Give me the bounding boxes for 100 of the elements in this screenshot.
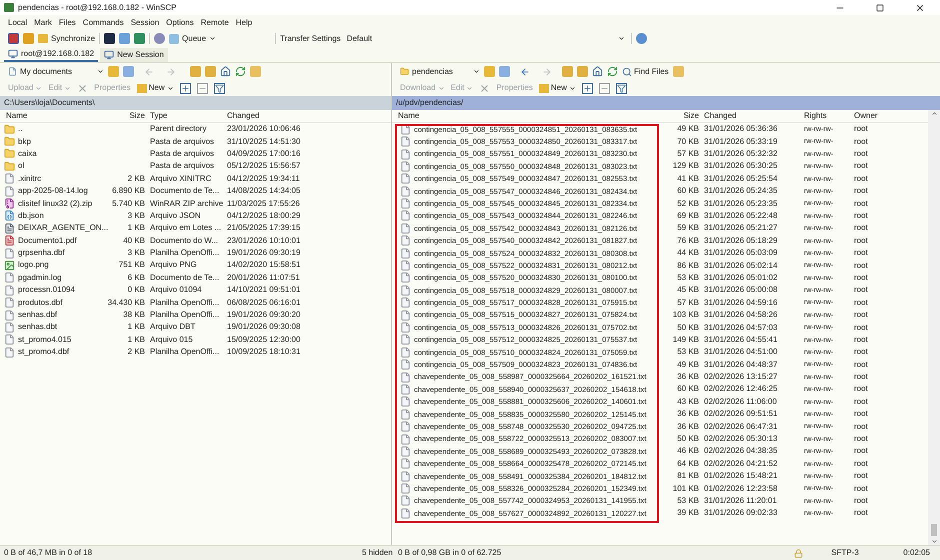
- file-icon[interactable]: [4, 173, 15, 184]
- file-icon[interactable]: [4, 284, 15, 296]
- file-icon[interactable]: [400, 334, 411, 346]
- file-icon[interactable]: [400, 421, 411, 432]
- transfer-settings-dropdown[interactable]: Default: [344, 32, 627, 44]
- monitor-icon[interactable]: [104, 50, 114, 60]
- monitor-icon[interactable]: [8, 49, 18, 59]
- file-icon[interactable]: [400, 458, 411, 470]
- file-icon[interactable]: [400, 446, 411, 457]
- file-icon[interactable]: [4, 210, 15, 222]
- column-header[interactable]: Name: [4, 110, 104, 122]
- file-icon[interactable]: [400, 186, 411, 197]
- file-icon[interactable]: [400, 508, 411, 519]
- file-icon[interactable]: [400, 260, 411, 272]
- file-icon[interactable]: [4, 322, 15, 333]
- file-icon[interactable]: [400, 310, 411, 321]
- archive-icon[interactable]: [4, 198, 15, 210]
- caret-icon[interactable]: [166, 84, 174, 92]
- menu-item[interactable]: Options: [166, 16, 194, 28]
- file-icon[interactable]: [8, 67, 17, 76]
- file-icon[interactable]: [400, 434, 411, 445]
- scroll-thumb[interactable]: [931, 524, 937, 536]
- file-icon[interactable]: [400, 297, 411, 308]
- menu-item[interactable]: Files: [58, 16, 76, 28]
- menu-item[interactable]: Local: [8, 16, 28, 28]
- folder-icon[interactable]: [4, 148, 15, 160]
- forward-icon[interactable]: [542, 66, 552, 76]
- menu-item[interactable]: Commands: [82, 16, 124, 28]
- caret-icon[interactable]: [97, 68, 104, 75]
- location-dropdown[interactable]: My documents: [8, 66, 104, 78]
- menu-item[interactable]: Session: [130, 16, 160, 28]
- file-icon[interactable]: [400, 136, 411, 148]
- file-icon[interactable]: [400, 248, 411, 259]
- find-files-button[interactable]: Find Files: [622, 66, 669, 78]
- column-header[interactable]: Name: [396, 110, 670, 122]
- column-header[interactable]: Type: [148, 110, 225, 122]
- new-button[interactable]: New: [538, 82, 576, 94]
- home-icon[interactable]: [220, 66, 231, 77]
- folder-icon[interactable]: [4, 124, 15, 135]
- file-icon[interactable]: [4, 297, 15, 308]
- file-icon[interactable]: [4, 334, 15, 346]
- delete-icon[interactable]: [479, 82, 490, 94]
- folder-icon[interactable]: [4, 136, 15, 148]
- file-icon[interactable]: [400, 173, 411, 184]
- unselect-icon[interactable]: [196, 82, 208, 94]
- file-icon[interactable]: [400, 235, 411, 246]
- menu-item[interactable]: Mark: [34, 16, 52, 28]
- caret-icon[interactable]: [473, 68, 480, 75]
- menu-item[interactable]: Remote: [200, 16, 229, 28]
- document-icon[interactable]: [4, 222, 15, 234]
- synchronize-button[interactable]: Synchronize: [38, 32, 96, 44]
- file-icon[interactable]: [4, 186, 15, 197]
- file-icon[interactable]: [400, 384, 411, 395]
- file-icon[interactable]: [400, 495, 411, 506]
- folder-icon[interactable]: [4, 160, 15, 172]
- new-button[interactable]: New: [136, 82, 174, 94]
- file-icon[interactable]: [4, 272, 15, 284]
- column-header[interactable]: Owner: [852, 110, 902, 122]
- file-icon[interactable]: [400, 359, 411, 370]
- file-icon[interactable]: [400, 483, 411, 494]
- file-icon[interactable]: [400, 284, 411, 296]
- pdf-icon[interactable]: [4, 235, 15, 246]
- column-header[interactable]: Rights: [802, 110, 852, 122]
- file-icon[interactable]: [400, 470, 411, 482]
- forward-icon[interactable]: [166, 66, 176, 76]
- file-icon[interactable]: [400, 148, 411, 160]
- caret-icon[interactable]: [568, 84, 576, 92]
- scrollbar[interactable]: [928, 110, 940, 545]
- back-icon[interactable]: [520, 66, 530, 76]
- file-icon[interactable]: [400, 160, 411, 172]
- file-icon[interactable]: [4, 248, 15, 259]
- select-icon[interactable]: [180, 82, 191, 94]
- session-tab[interactable]: root@192.168.0.182: [4, 48, 98, 62]
- file-icon[interactable]: [400, 396, 411, 408]
- caret-icon[interactable]: [618, 35, 625, 42]
- file-icon[interactable]: [400, 198, 411, 210]
- file-icon[interactable]: [400, 272, 411, 284]
- column-header[interactable]: Size: [104, 110, 148, 122]
- refresh-icon[interactable]: [607, 66, 618, 77]
- select-icon[interactable]: [582, 82, 593, 94]
- file-icon[interactable]: [4, 310, 15, 321]
- close-icon[interactable]: [915, 2, 925, 12]
- folder-icon[interactable]: [400, 67, 409, 76]
- file-icon[interactable]: [400, 322, 411, 333]
- column-header[interactable]: Changed: [225, 110, 320, 122]
- delete-icon[interactable]: [77, 82, 88, 94]
- home-icon[interactable]: [592, 66, 603, 77]
- file-icon[interactable]: [4, 346, 15, 358]
- file-icon[interactable]: [400, 346, 411, 358]
- caret-icon[interactable]: [209, 35, 216, 42]
- restore-icon[interactable]: [876, 4, 884, 12]
- search-icon[interactable]: [622, 66, 632, 76]
- session-tab[interactable]: New Session: [100, 48, 168, 62]
- menu-item[interactable]: Help: [236, 16, 252, 28]
- image-icon[interactable]: [4, 260, 15, 271]
- unselect-icon[interactable]: [598, 82, 610, 94]
- column-header[interactable]: Size: [670, 110, 702, 122]
- file-icon[interactable]: [400, 222, 411, 234]
- file-icon[interactable]: [400, 408, 411, 420]
- queue-button[interactable]: Queue: [169, 32, 216, 44]
